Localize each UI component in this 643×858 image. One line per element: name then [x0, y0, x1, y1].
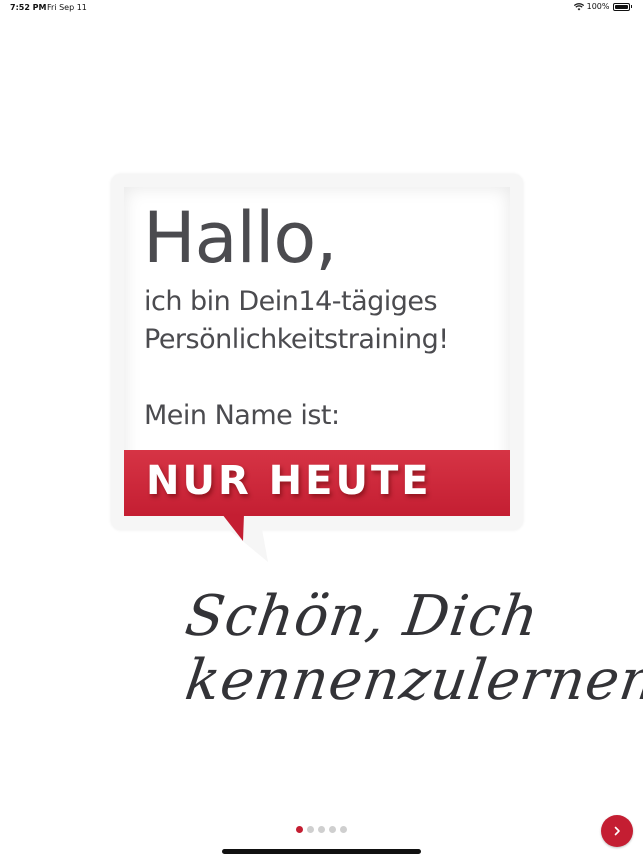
intro-line-1: ich bin Dein14-tägiges [144, 286, 438, 317]
battery-tip [630, 5, 632, 8]
chevron-right-icon [614, 826, 620, 836]
status-right: 100% [573, 2, 632, 11]
intro-line-2: Persönlichkeitstraining! [144, 324, 449, 355]
next-button[interactable] [601, 815, 633, 847]
page-dot-3[interactable] [318, 826, 325, 833]
hallo-heading: Hallo, [143, 197, 338, 279]
page-dot-5[interactable] [340, 826, 347, 833]
status-bar: 7:52 PM Fri Sep 11 100% [0, 0, 643, 16]
page-dot-1[interactable] [296, 826, 303, 833]
status-time: 7:52 PM [10, 3, 47, 12]
banner-text: NUR HEUTE [146, 458, 432, 504]
page-dot-2[interactable] [307, 826, 314, 833]
name-label: Mein Name ist: [144, 400, 340, 431]
battery-percent: 100% [586, 2, 610, 11]
wifi-icon [573, 2, 584, 10]
home-indicator[interactable] [222, 849, 421, 854]
status-date: Fri Sep 11 [47, 3, 87, 12]
page-dot-4[interactable] [329, 826, 336, 833]
battery-icon [612, 2, 630, 11]
greeting-line-2: kennenzulernen! [181, 648, 643, 713]
page-indicator [296, 826, 347, 833]
greeting-line-1: Schön, Dich [181, 584, 543, 649]
